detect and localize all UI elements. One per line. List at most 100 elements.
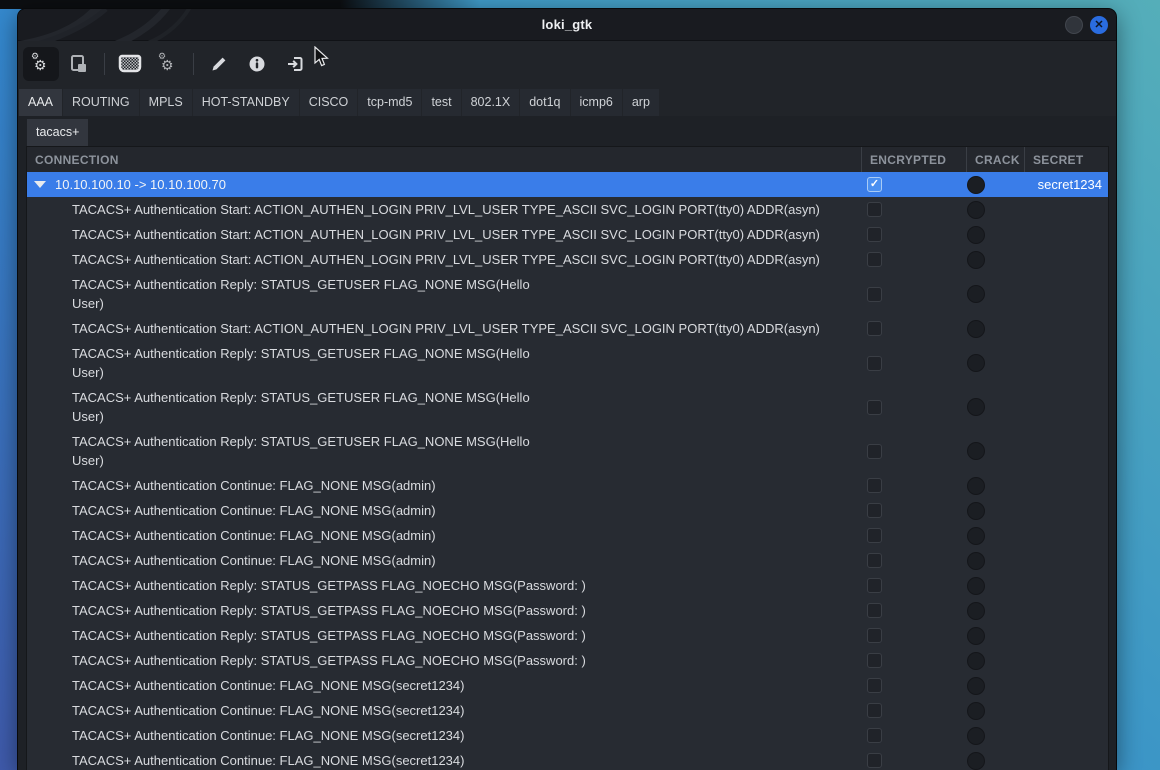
expander-icon[interactable] [34,181,46,188]
table-row[interactable]: TACACS+ Authentication Continue: FLAG_NO… [27,748,1108,770]
subtab-tacacs-[interactable]: tacacs+ [27,119,88,146]
table-row[interactable]: TACACS+ Authentication Reply: STATUS_GET… [27,598,1108,623]
titlebar[interactable]: loki_gtk ✕ [18,9,1116,41]
window-title: loki_gtk [542,17,593,32]
crack-toggle[interactable] [967,354,985,372]
crack-toggle[interactable] [967,442,985,460]
encrypted-checkbox[interactable] [867,444,882,459]
crack-toggle[interactable] [967,477,985,495]
crack-toggle[interactable] [967,201,985,219]
encrypted-checkbox[interactable] [867,703,882,718]
encrypted-checkbox[interactable] [867,356,882,371]
table-row[interactable]: TACACS+ Authentication Reply: STATUS_GET… [27,429,1108,473]
crack-toggle[interactable] [967,552,985,570]
crack-toggle[interactable] [967,602,985,620]
edit-button[interactable] [201,47,237,81]
encrypted-checkbox[interactable] [867,653,882,668]
run-gears-icon: ⚙⚙ [31,54,51,74]
tab-icmp6[interactable]: icmp6 [571,89,622,116]
encrypted-checkbox[interactable] [867,678,882,693]
table-row[interactable]: TACACS+ Authentication Start: ACTION_AUT… [27,222,1108,247]
tab-test[interactable]: test [422,89,460,116]
encrypted-checkbox[interactable] [867,603,882,618]
crack-toggle[interactable] [967,577,985,595]
table-row[interactable]: TACACS+ Authentication Reply: STATUS_GET… [27,623,1108,648]
tab-cisco[interactable]: CISCO [300,89,358,116]
crack-toggle[interactable] [967,727,985,745]
tab-dot1q[interactable]: dot1q [520,89,569,116]
table-row[interactable]: TACACS+ Authentication Start: ACTION_AUT… [27,247,1108,272]
encrypted-checkbox[interactable] [867,227,882,242]
table-row[interactable]: TACACS+ Authentication Continue: FLAG_NO… [27,548,1108,573]
tab-802-1x[interactable]: 802.1X [462,89,520,116]
crack-toggle[interactable] [967,226,985,244]
tab-routing[interactable]: ROUTING [63,89,139,116]
encrypted-checkbox[interactable] [867,578,882,593]
tab-mpls[interactable]: MPLS [140,89,192,116]
tab-arp[interactable]: arp [623,89,659,116]
minimize-button[interactable] [1065,16,1083,34]
copy-page-button[interactable] [61,47,97,81]
table-row[interactable]: TACACS+ Authentication Start: ACTION_AUT… [27,316,1108,341]
encrypted-checkbox[interactable] [867,478,882,493]
encrypted-checkbox[interactable] [867,252,882,267]
capture-display-icon [118,53,142,75]
tab-tcp-md5[interactable]: tcp-md5 [358,89,421,116]
encrypted-checkbox[interactable] [867,400,882,415]
message-text: TACACS+ Authentication Continue: FLAG_NO… [27,523,861,548]
table-row[interactable]: TACACS+ Authentication Continue: FLAG_NO… [27,523,1108,548]
capture-display-button[interactable] [112,47,148,81]
tab-hot-standby[interactable]: HOT-STANDBY [193,89,299,116]
encrypted-checkbox[interactable]: ✓ [867,177,882,192]
crack-toggle[interactable] [967,176,985,194]
table-row[interactable]: TACACS+ Authentication Continue: FLAG_NO… [27,673,1108,698]
table-row[interactable]: TACACS+ Authentication Continue: FLAG_NO… [27,498,1108,523]
encrypted-checkbox[interactable] [867,728,882,743]
info-button[interactable] [239,47,275,81]
encrypted-checkbox[interactable] [867,528,882,543]
header-encrypted[interactable]: ENCRYPTED [861,147,966,172]
table-row[interactable]: TACACS+ Authentication Reply: STATUS_GET… [27,648,1108,673]
crack-toggle[interactable] [967,502,985,520]
table-row[interactable]: TACACS+ Authentication Reply: STATUS_GET… [27,385,1108,429]
crack-toggle[interactable] [967,320,985,338]
encrypted-checkbox[interactable] [867,553,882,568]
table-row[interactable]: TACACS+ Authentication Reply: STATUS_GET… [27,272,1108,316]
header-crack[interactable]: CRACK [966,147,1024,172]
encrypted-checkbox[interactable] [867,503,882,518]
secret-value: secret1234 [1024,177,1108,192]
connection-row[interactable]: 10.10.100.10 -> 10.10.100.70 ✓ secret123… [27,172,1108,197]
run-gears-button[interactable]: ⚙⚙ [23,47,59,81]
close-button[interactable]: ✕ [1090,16,1108,34]
table-row[interactable]: TACACS+ Authentication Continue: FLAG_NO… [27,698,1108,723]
mouse-cursor [314,46,329,68]
settings-gears-button[interactable]: ⚙⚙ [150,47,186,81]
crack-toggle[interactable] [967,398,985,416]
encrypted-checkbox[interactable] [867,628,882,643]
header-secret[interactable]: SECRET [1024,147,1108,172]
table-row[interactable]: TACACS+ Authentication Continue: FLAG_NO… [27,473,1108,498]
crack-toggle[interactable] [967,527,985,545]
table-row[interactable]: TACACS+ Authentication Start: ACTION_AUT… [27,197,1108,222]
encrypted-checkbox[interactable] [867,287,882,302]
table-row[interactable]: TACACS+ Authentication Continue: FLAG_NO… [27,723,1108,748]
quit-button[interactable] [277,47,313,81]
tab-aaa[interactable]: AAA [19,89,62,116]
crack-toggle[interactable] [967,677,985,695]
crack-toggle[interactable] [967,702,985,720]
message-text: TACACS+ Authentication Reply: STATUS_GET… [27,598,861,623]
table-row[interactable]: TACACS+ Authentication Reply: STATUS_GET… [27,341,1108,385]
crack-toggle[interactable] [967,627,985,645]
copy-page-icon [69,54,89,74]
crack-toggle[interactable] [967,251,985,269]
crack-toggle[interactable] [967,285,985,303]
encrypted-checkbox[interactable] [867,202,882,217]
table-row[interactable]: TACACS+ Authentication Reply: STATUS_GET… [27,573,1108,598]
crack-toggle[interactable] [967,652,985,670]
message-text: TACACS+ Authentication Continue: FLAG_NO… [27,698,861,723]
header-connection[interactable]: CONNECTION [27,147,861,172]
encrypted-checkbox[interactable] [867,753,882,768]
crack-toggle[interactable] [967,752,985,770]
encrypted-checkbox[interactable] [867,321,882,336]
message-text: TACACS+ Authentication Reply: STATUS_GET… [27,573,861,598]
